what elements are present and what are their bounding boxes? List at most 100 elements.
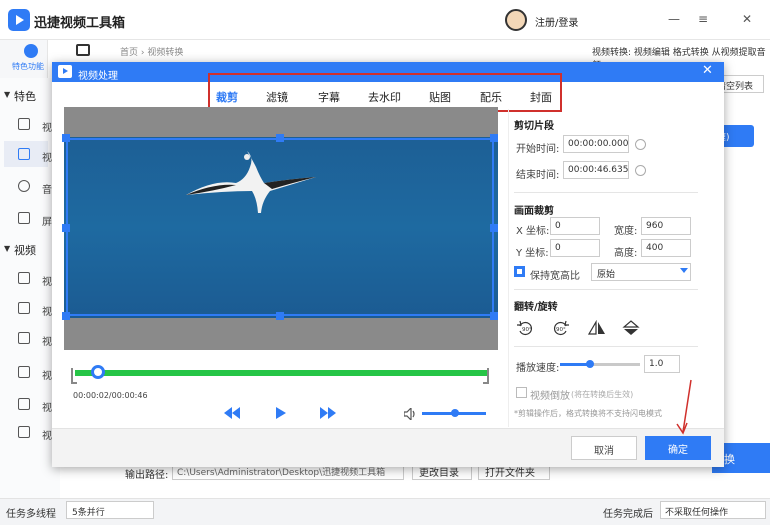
chevron-down-icon[interactable]: ▼ <box>4 90 10 99</box>
crop-icon[interactable] <box>18 118 30 130</box>
output-path-label: 输出路径: <box>125 470 169 481</box>
side-item[interactable]: 视 <box>42 427 52 442</box>
keep-ratio-checkbox[interactable] <box>514 266 525 277</box>
multithread-label: 任务多线程 <box>6 509 56 520</box>
star-icon[interactable] <box>24 44 38 58</box>
volume-icon[interactable] <box>403 406 418 423</box>
reverse-label: 视频倒放 <box>530 391 570 402</box>
breadcrumb[interactable]: 首页 › 视频转换 <box>120 45 183 58</box>
y-coordinate-label: Y 坐标: <box>516 248 549 259</box>
side-item[interactable]: 视 <box>42 399 52 414</box>
crop-handle-bottom[interactable] <box>276 312 284 320</box>
red-arrow-annotation <box>667 378 697 439</box>
video-edit-icon[interactable] <box>18 272 30 284</box>
timeline-playhead[interactable] <box>91 365 105 379</box>
side-section-feature[interactable]: 特色 <box>14 88 36 104</box>
end-time-input[interactable]: 00:00:46.635 <box>563 161 629 179</box>
settings-divider <box>508 109 509 427</box>
divider <box>514 192 698 193</box>
y-coordinate-input[interactable]: 0 <box>550 239 600 257</box>
video-compress-icon[interactable] <box>18 366 30 378</box>
reset-icon[interactable] <box>635 165 646 176</box>
clip-section-title: 剪切片段 <box>514 121 554 132</box>
speed-knob[interactable] <box>586 360 594 368</box>
side-item[interactable]: 屏 <box>42 213 52 228</box>
time-readout: 00:00:02/00:00:46 <box>73 391 148 400</box>
flip-section-title: 翻转/旋转 <box>514 302 558 313</box>
chevron-down-icon[interactable]: ▼ <box>4 244 10 253</box>
aspect-ratio-select[interactable]: 原始 <box>591 263 691 281</box>
crop-handle-top-left[interactable] <box>62 134 70 142</box>
rewind-icon[interactable] <box>224 407 240 422</box>
nav-feature-label[interactable]: 特色功能 <box>12 61 44 72</box>
fast-forward-icon[interactable] <box>320 407 336 422</box>
close-icon[interactable]: ✕ <box>742 12 752 26</box>
x-coordinate-label: X 坐标: <box>516 226 550 237</box>
reverse-checkbox[interactable] <box>516 387 527 398</box>
side-item[interactable]: 视 <box>42 367 52 382</box>
crop-handle-top-right[interactable] <box>490 134 498 142</box>
side-item[interactable]: 视 <box>42 119 52 134</box>
app-title: 迅捷视频工具箱 <box>34 16 126 31</box>
width-input[interactable]: 960 <box>641 217 691 235</box>
after-complete-select[interactable]: 不采取任何操作 <box>660 501 766 519</box>
dialog-video-icon <box>58 65 72 78</box>
cancel-button[interactable]: 取消 <box>571 436 637 460</box>
audio-icon[interactable] <box>18 180 30 192</box>
confirm-button[interactable]: 确定 <box>645 436 711 460</box>
video-icon[interactable] <box>18 148 30 160</box>
crop-selection-box[interactable] <box>66 138 494 316</box>
width-label: 宽度: <box>614 226 638 237</box>
side-item[interactable]: 视 <box>42 333 52 348</box>
crop-handle-top[interactable] <box>276 134 284 142</box>
crop-handle-right[interactable] <box>490 224 498 232</box>
speed-input[interactable]: 1.0 <box>644 355 680 373</box>
menu-icon[interactable]: ≡ <box>698 12 708 26</box>
play-icon[interactable] <box>276 407 286 422</box>
x-coordinate-input[interactable]: 0 <box>550 217 600 235</box>
side-item[interactable]: 视 <box>42 303 52 318</box>
divider <box>514 289 698 290</box>
crop-handle-left[interactable] <box>62 224 70 232</box>
minimize-icon[interactable]: — <box>668 12 680 26</box>
speed-label: 播放速度: <box>516 363 560 374</box>
keep-ratio-label: 保持宽高比 <box>530 271 580 282</box>
dialog-close-icon[interactable]: ✕ <box>702 63 713 78</box>
login-link[interactable]: 注册/登录 <box>535 14 578 29</box>
end-time-label: 结束时间: <box>516 170 560 181</box>
reset-icon[interactable] <box>635 139 646 150</box>
crop-section-title: 画面裁剪 <box>514 206 554 217</box>
side-item[interactable]: 音 <box>42 181 52 196</box>
side-item[interactable]: 视 <box>42 149 52 164</box>
user-avatar-icon[interactable] <box>505 9 527 31</box>
chevron-down-icon[interactable] <box>680 268 688 273</box>
start-time-label: 开始时间: <box>516 144 560 155</box>
side-section-video[interactable]: 视频 <box>14 242 36 258</box>
rotate-right-icon[interactable]: 90° <box>552 320 570 336</box>
start-time-input[interactable]: 00:00:00.000 <box>563 135 629 153</box>
multithread-select[interactable]: 5条并行 <box>66 501 154 519</box>
rotate-left-icon[interactable]: 90° <box>516 320 534 336</box>
crop-handle-bottom-right[interactable] <box>490 312 498 320</box>
film-icon[interactable] <box>76 44 90 56</box>
dialog-title: 视频处理 <box>78 71 118 82</box>
reverse-hint: (将在转换后生效) <box>571 390 634 399</box>
height-label: 高度: <box>614 248 638 259</box>
volume-knob[interactable] <box>451 409 459 417</box>
screen-record-icon[interactable] <box>18 212 30 224</box>
crop-handle-bottom-left[interactable] <box>62 312 70 320</box>
flip-vertical-icon[interactable] <box>622 320 640 336</box>
timeline-track[interactable] <box>75 370 487 376</box>
video-watermark-icon[interactable] <box>18 426 30 438</box>
side-item[interactable]: 视 <box>42 273 52 288</box>
crop-note: *剪辑操作后，格式转换将不支持闪电模式 <box>514 409 662 418</box>
video-gif-icon[interactable] <box>18 398 30 410</box>
height-input[interactable]: 400 <box>641 239 691 257</box>
after-complete-label: 任务完成后 <box>603 509 653 520</box>
svg-text:90°: 90° <box>522 327 532 333</box>
divider <box>514 346 698 347</box>
flip-horizontal-icon[interactable] <box>587 319 606 336</box>
video-merge-icon[interactable] <box>18 332 30 344</box>
svg-text:90°: 90° <box>556 327 566 333</box>
video-split-icon[interactable] <box>18 302 30 314</box>
